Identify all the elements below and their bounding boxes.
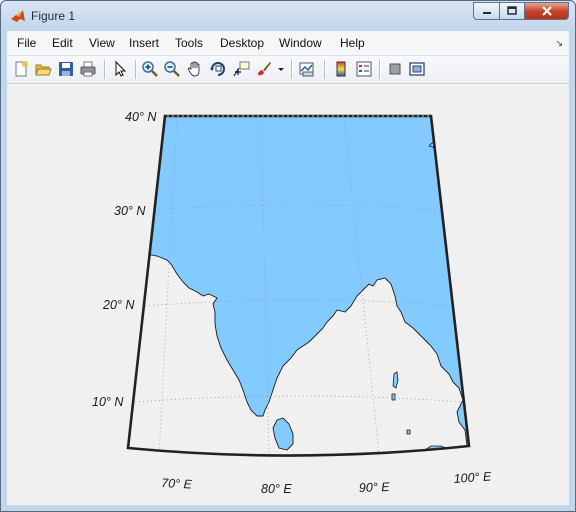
matlab-logo-icon — [11, 10, 25, 22]
insert-colorbar-icon[interactable] — [332, 60, 350, 78]
lon-label-90: 90° E — [359, 480, 391, 495]
lat-label-40: 40° N — [125, 110, 157, 124]
print-icon[interactable] — [79, 60, 97, 78]
island-nicobar — [406, 429, 411, 435]
zoom-in-icon[interactable] — [141, 60, 159, 78]
maximize-button[interactable] — [499, 2, 525, 20]
figure-canvas: 40° N 30° N 20° N 10° N 70° E 80° E 90° … — [7, 84, 569, 505]
zoom-out-icon[interactable] — [163, 60, 181, 78]
link-plot-icon[interactable] — [298, 60, 316, 78]
dock-arrow-icon[interactable]: ↘ — [555, 38, 563, 49]
menu-insert[interactable]: Insert — [129, 36, 159, 50]
data-cursor-icon[interactable] — [232, 60, 250, 78]
toolbar-separator — [379, 60, 381, 79]
new-figure-icon[interactable] — [12, 60, 30, 78]
toolbar-separator — [135, 60, 137, 79]
brush-dropdown-icon[interactable] — [277, 60, 285, 78]
lon-label-70: 70° E — [161, 476, 193, 492]
island-andaman-south — [391, 393, 396, 401]
show-plot-tools-icon[interactable] — [408, 60, 426, 78]
figure-toolbar — [7, 56, 569, 84]
close-icon — [541, 6, 552, 16]
pointer-arrow-icon[interactable] — [111, 60, 129, 78]
lat-label-10: 10° N — [92, 395, 124, 409]
lon-label-80: 80° E — [261, 482, 292, 496]
menu-help[interactable]: Help — [340, 36, 365, 50]
toolbar-separator — [104, 60, 106, 79]
lon-label-100: 100° E — [453, 469, 492, 486]
lat-label-20: 20° N — [102, 298, 135, 312]
menu-window[interactable]: Window — [279, 36, 322, 50]
map-axes: 40° N 30° N 20° N 10° N 70° E 80° E 90° … — [92, 110, 492, 496]
minimize-button[interactable] — [473, 2, 499, 20]
menu-file[interactable]: File — [17, 36, 36, 50]
window-title: Figure 1 — [31, 9, 76, 23]
menu-desktop[interactable]: Desktop — [220, 36, 264, 50]
title-bar[interactable]: Figure 1 — [1, 1, 575, 31]
close-button[interactable] — [525, 2, 569, 20]
toolbar-separator — [324, 60, 326, 79]
minimize-icon — [482, 12, 491, 14]
figure-window: Figure 1 File Edit View Insert Tools Des… — [0, 0, 576, 512]
hide-plot-tools-icon[interactable] — [386, 60, 404, 78]
menu-bar: File Edit View Insert Tools Desktop Wind… — [7, 31, 569, 56]
menu-tools[interactable]: Tools — [175, 36, 203, 50]
save-icon[interactable] — [57, 60, 75, 78]
open-file-icon[interactable] — [34, 60, 52, 78]
menu-view[interactable]: View — [89, 36, 115, 50]
lat-label-30: 30° N — [114, 204, 146, 218]
rotate-3d-icon[interactable] — [209, 60, 227, 78]
menu-edit[interactable]: Edit — [52, 36, 73, 50]
toolbar-separator — [291, 60, 293, 79]
pan-hand-icon[interactable] — [186, 60, 204, 78]
brush-icon[interactable] — [255, 60, 273, 78]
maximize-icon — [507, 6, 517, 15]
insert-legend-icon[interactable] — [355, 60, 373, 78]
